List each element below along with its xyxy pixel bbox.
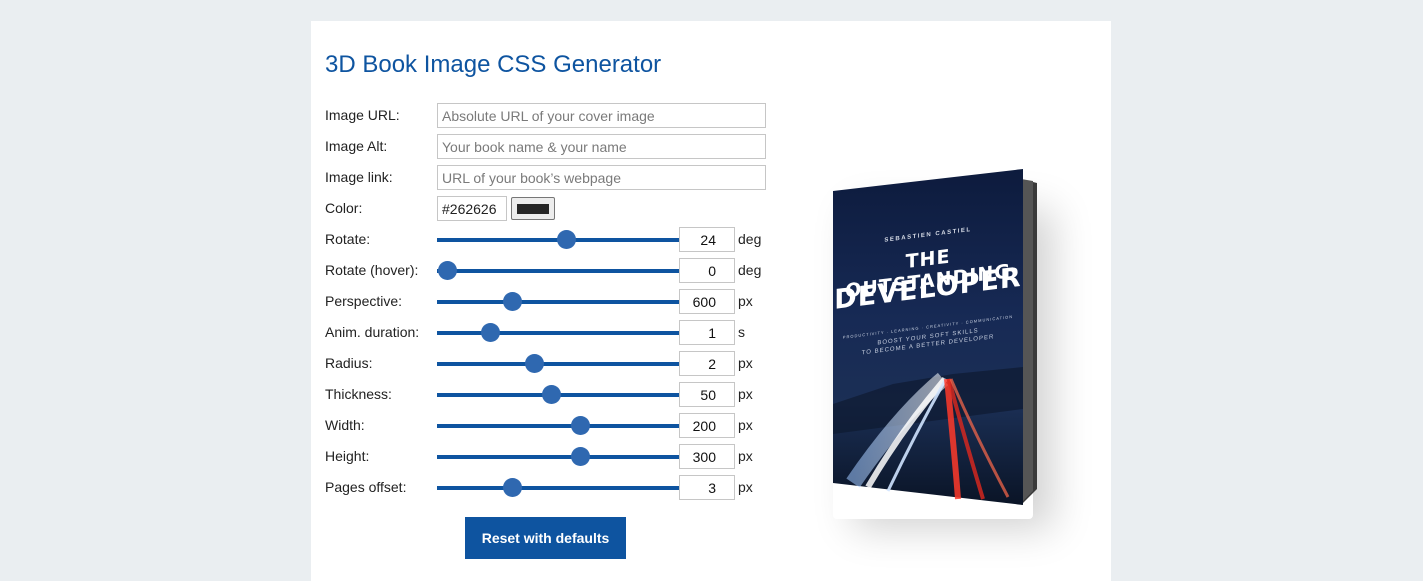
image-link-row: Image link: xyxy=(325,165,785,190)
anim-duration-slider-thumb[interactable] xyxy=(481,323,501,342)
color-label: Color: xyxy=(325,200,363,216)
image-alt-label: Image Alt: xyxy=(325,138,388,154)
slider-row-rotate-hover: Rotate (hover): deg xyxy=(325,258,785,283)
height-slider-track[interactable] xyxy=(437,455,680,459)
slider-row-perspective: Perspective: px xyxy=(325,289,785,314)
reset-defaults-button[interactable]: Reset with defaults xyxy=(465,517,626,559)
rotate-unit: deg xyxy=(738,231,762,247)
image-alt-input[interactable] xyxy=(437,134,766,159)
perspective-label: Perspective: xyxy=(325,293,403,309)
rotate-hover-slider-track[interactable] xyxy=(437,269,680,273)
width-label: Width: xyxy=(325,417,365,433)
slider-row-anim-duration: Anim. duration: s xyxy=(325,320,785,345)
slider-row-radius: Radius: px xyxy=(325,351,785,376)
slider-row-pages-offset: Pages offset: px xyxy=(325,475,785,500)
thickness-value-input[interactable] xyxy=(679,382,735,407)
color-swatch xyxy=(517,204,549,214)
width-unit: px xyxy=(738,417,753,433)
width-slider-thumb[interactable] xyxy=(571,416,591,435)
book-preview: SEBASTIEN CASTIEL THE OUTSTANDING DEVELO… xyxy=(833,169,1037,505)
pages-offset-label: Pages offset: xyxy=(325,479,407,495)
width-slider-track[interactable] xyxy=(437,424,680,428)
book-cover-text: SEBASTIEN CASTIEL THE OUTSTANDING DEVELO… xyxy=(833,146,1023,505)
color-hex-input[interactable] xyxy=(437,196,507,221)
slider-row-width: Width: px xyxy=(325,413,785,438)
height-label: Height: xyxy=(325,448,370,464)
pages-offset-unit: px xyxy=(738,479,753,495)
radius-value-input[interactable] xyxy=(679,351,735,376)
radius-unit: px xyxy=(738,355,753,371)
thickness-label: Thickness: xyxy=(325,386,392,402)
radius-slider-track[interactable] xyxy=(437,362,680,366)
color-picker-button[interactable] xyxy=(511,197,555,220)
width-value-input[interactable] xyxy=(679,413,735,438)
page-title: 3D Book Image CSS Generator xyxy=(325,51,662,78)
pages-offset-slider-track[interactable] xyxy=(437,486,680,490)
rotate-hover-label: Rotate (hover): xyxy=(325,262,419,278)
anim-duration-slider-track[interactable] xyxy=(437,331,680,335)
image-url-label: Image URL: xyxy=(325,107,400,123)
image-link-input[interactable] xyxy=(437,165,766,190)
rotate-value-input[interactable] xyxy=(679,227,735,252)
image-url-input[interactable] xyxy=(437,103,766,128)
rotate-slider-thumb[interactable] xyxy=(556,230,576,249)
anim-duration-unit: s xyxy=(738,324,745,340)
pages-offset-slider-thumb[interactable] xyxy=(503,478,523,497)
rotate-hover-unit: deg xyxy=(738,262,762,278)
perspective-unit: px xyxy=(738,293,753,309)
slider-row-thickness: Thickness: px xyxy=(325,382,785,407)
color-row: Color: xyxy=(325,196,785,221)
slider-row-rotate: Rotate: deg xyxy=(325,227,785,252)
radius-label: Radius: xyxy=(325,355,373,371)
anim-duration-value-input[interactable] xyxy=(679,320,735,345)
height-value-input[interactable] xyxy=(679,444,735,469)
thickness-unit: px xyxy=(738,386,753,402)
rotate-label: Rotate: xyxy=(325,231,371,247)
perspective-slider-thumb[interactable] xyxy=(503,292,523,311)
slider-row-height: Height: px xyxy=(325,444,785,469)
perspective-slider-track[interactable] xyxy=(437,300,680,304)
rotate-hover-value-input[interactable] xyxy=(679,258,735,283)
thickness-slider-thumb[interactable] xyxy=(542,385,562,404)
anim-duration-label: Anim. duration: xyxy=(325,324,420,340)
image-url-row: Image URL: xyxy=(325,103,785,128)
rotate-hover-slider-thumb[interactable] xyxy=(437,261,457,280)
pages-offset-value-input[interactable] xyxy=(679,475,735,500)
generator-card: 3D Book Image CSS Generator Image URL: I… xyxy=(311,21,1111,581)
perspective-value-input[interactable] xyxy=(679,289,735,314)
image-link-label: Image link: xyxy=(325,169,393,185)
radius-slider-thumb[interactable] xyxy=(525,354,545,373)
height-slider-thumb[interactable] xyxy=(571,447,591,466)
height-unit: px xyxy=(738,448,753,464)
image-alt-row: Image Alt: xyxy=(325,134,785,159)
